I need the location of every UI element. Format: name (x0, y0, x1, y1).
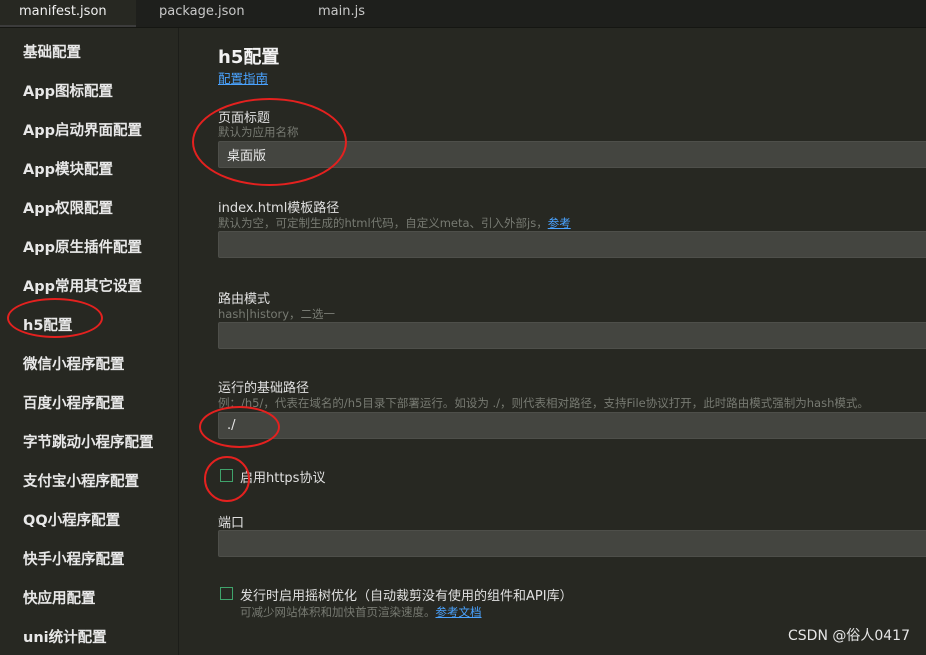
router-mode-hint: hash|history，二选一 (218, 307, 336, 321)
https-label: 启用https协议 (240, 471, 326, 486)
page-title-input[interactable] (218, 141, 926, 168)
base-path-label: 运行的基础路径 (218, 381, 310, 396)
sidebar-item-qq-mp[interactable]: QQ小程序配置 (23, 509, 120, 530)
sidebar-item-app-other-settings[interactable]: App常用其它设置 (23, 275, 142, 296)
tab-manifest-json[interactable]: manifest.json (0, 0, 136, 27)
base-path-hint: 例：/h5/，代表在域名的/h5目录下部署运行。如设为 ./，则代表相对路径，支… (218, 396, 869, 410)
router-mode-label: 路由模式 (218, 292, 271, 307)
template-path-hint: 默认为空，可定制生成的html代码，自定义meta、引入外部js，参考 (218, 215, 571, 231)
template-path-label: index.html模板路径 (218, 201, 340, 216)
template-path-reference-link[interactable]: 参考 (548, 216, 571, 230)
config-sidebar: 基础配置 App图标配置 App启动界面配置 App模块配置 App权限配置 A… (0, 28, 179, 655)
page-title-hint: 默认为应用名称 (218, 125, 299, 139)
sidebar-item-app-modules[interactable]: App模块配置 (23, 158, 113, 179)
h5-config-panel: h5配置 配置指南 页面标题 默认为应用名称 index.html模板路径 默认… (179, 28, 926, 655)
https-checkbox[interactable] (220, 469, 233, 482)
template-path-hint-text: 默认为空，可定制生成的html代码，自定义meta、引入外部js， (218, 216, 548, 230)
treeshake-label: 发行时启用摇树优化（自动裁剪没有使用的组件和API库） (240, 589, 573, 604)
treeshake-reference-link[interactable]: 参考文档 (436, 605, 482, 619)
sidebar-item-app-permissions[interactable]: App权限配置 (23, 197, 113, 218)
sidebar-item-quickapp[interactable]: 快应用配置 (23, 587, 96, 608)
sidebar-item-app-native-plugins[interactable]: App原生插件配置 (23, 236, 142, 257)
sidebar-item-app-icon[interactable]: App图标配置 (23, 80, 113, 101)
sidebar-item-h5[interactable]: h5配置 (23, 314, 72, 335)
config-guide-link[interactable]: 配置指南 (218, 68, 268, 87)
sidebar-item-kuaishou-mp[interactable]: 快手小程序配置 (23, 548, 125, 569)
sidebar-item-basic[interactable]: 基础配置 (23, 41, 81, 62)
treeshake-checkbox[interactable] (220, 587, 233, 600)
router-mode-input[interactable] (218, 322, 926, 349)
sidebar-item-alipay-mp[interactable]: 支付宝小程序配置 (23, 470, 139, 491)
csdn-watermark: CSDN @俗人0417 (788, 628, 910, 644)
port-label: 端口 (218, 516, 245, 531)
tab-package-json[interactable]: package.json (159, 0, 245, 27)
sidebar-item-toutiao-mp[interactable]: 字节跳动小程序配置 (23, 431, 154, 452)
sidebar-item-baidu-mp[interactable]: 百度小程序配置 (23, 392, 125, 413)
treeshake-hint: 可减少网站体积和加快首页渲染速度。参考文档 (240, 604, 482, 620)
port-input[interactable] (218, 530, 926, 557)
tab-main-js[interactable]: main.js (318, 0, 365, 27)
sidebar-item-weixin-mp[interactable]: 微信小程序配置 (23, 353, 125, 374)
editor-tab-bar: manifest.json package.json main.js (0, 0, 926, 28)
sidebar-item-uni-stat[interactable]: uni统计配置 (23, 626, 107, 647)
sidebar-item-app-splash[interactable]: App启动界面配置 (23, 119, 142, 140)
page-title: h5配置 (218, 47, 280, 68)
treeshake-hint-text: 可减少网站体积和加快首页渲染速度。 (240, 605, 436, 619)
base-path-input[interactable] (218, 412, 926, 439)
template-path-input[interactable] (218, 231, 926, 258)
